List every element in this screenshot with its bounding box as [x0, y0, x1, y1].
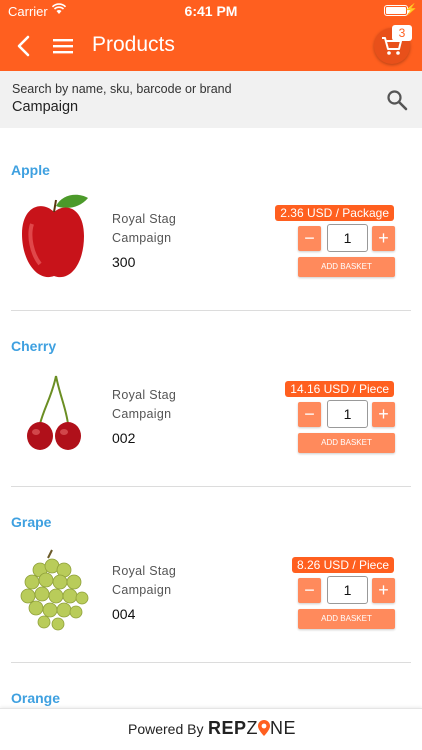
- search-input[interactable]: Campaign: [12, 99, 78, 115]
- quantity-minus-button[interactable]: −: [298, 226, 321, 251]
- quantity-plus-button[interactable]: +: [372, 578, 395, 603]
- product-brand: Royal Stag: [112, 564, 177, 578]
- divider: [11, 662, 411, 663]
- hamburger-menu-icon[interactable]: [52, 36, 74, 56]
- search-bar[interactable]: Search by name, sku, barcode or brand Ca…: [0, 71, 422, 128]
- location-pin-icon: [258, 720, 271, 736]
- search-icon[interactable]: [386, 89, 408, 111]
- product-name[interactable]: Cherry: [11, 338, 56, 354]
- back-arrow-icon[interactable]: [12, 32, 36, 60]
- logo-ne: NE: [270, 718, 297, 738]
- price-badge: 2.36 USD / Package: [275, 205, 394, 221]
- search-placeholder: Search by name, sku, barcode or brand: [12, 82, 232, 96]
- add-basket-button[interactable]: ADD BASKET: [298, 433, 395, 453]
- quantity-minus-button[interactable]: −: [298, 402, 321, 427]
- product-item: Grape Royal Stag Campaign 004 8.26 USD /…: [0, 514, 422, 690]
- product-campaign: Campaign: [112, 583, 172, 597]
- product-brand: Royal Stag: [112, 388, 177, 402]
- product-code: 002: [112, 430, 136, 446]
- add-basket-button[interactable]: ADD BASKET: [298, 257, 395, 277]
- cherry-image[interactable]: [18, 360, 92, 460]
- product-name[interactable]: Apple: [11, 162, 50, 178]
- product-code: 300: [112, 254, 136, 270]
- price-badge: 14.16 USD / Piece: [285, 381, 394, 397]
- product-item: Cherry Royal Stag Campaign 002 14.16 USD…: [0, 338, 422, 514]
- product-name[interactable]: Orange: [11, 690, 60, 706]
- add-basket-button[interactable]: ADD BASKET: [298, 609, 395, 629]
- product-campaign: Campaign: [112, 231, 172, 245]
- apple-image[interactable]: [18, 184, 92, 284]
- quantity-plus-button[interactable]: +: [372, 226, 395, 251]
- product-item: Apple Royal Stag Campaign 300 2.36 USD /…: [0, 162, 422, 338]
- footer: Powered By REPZ NE: [0, 708, 422, 750]
- charging-icon: ⚡: [404, 4, 418, 16]
- page-title: Products: [92, 33, 175, 56]
- price-badge: 8.26 USD / Piece: [291, 557, 394, 573]
- product-campaign: Campaign: [112, 407, 172, 421]
- cart-count-badge: 3: [392, 25, 412, 41]
- powered-by-label: Powered By: [128, 721, 204, 737]
- quantity-input[interactable]: 1: [327, 400, 368, 428]
- divider: [11, 486, 411, 487]
- quantity-input[interactable]: 1: [327, 224, 368, 252]
- product-code: 004: [112, 606, 136, 622]
- product-name[interactable]: Grape: [11, 514, 51, 530]
- quantity-input[interactable]: 1: [327, 576, 368, 604]
- logo-rep: REP: [208, 718, 247, 738]
- status-bar: Carrier 6:41 PM ⚡: [0, 0, 422, 22]
- product-brand: Royal Stag: [112, 212, 177, 226]
- quantity-minus-button[interactable]: −: [298, 578, 321, 603]
- logo-z: Z: [246, 718, 259, 738]
- quantity-plus-button[interactable]: +: [372, 402, 395, 427]
- grape-image[interactable]: [18, 536, 92, 636]
- clock: 6:41 PM: [184, 3, 238, 19]
- nav-bar: Products 3: [0, 22, 422, 71]
- divider: [11, 310, 411, 311]
- repzone-logo: REPZ NE: [208, 718, 296, 739]
